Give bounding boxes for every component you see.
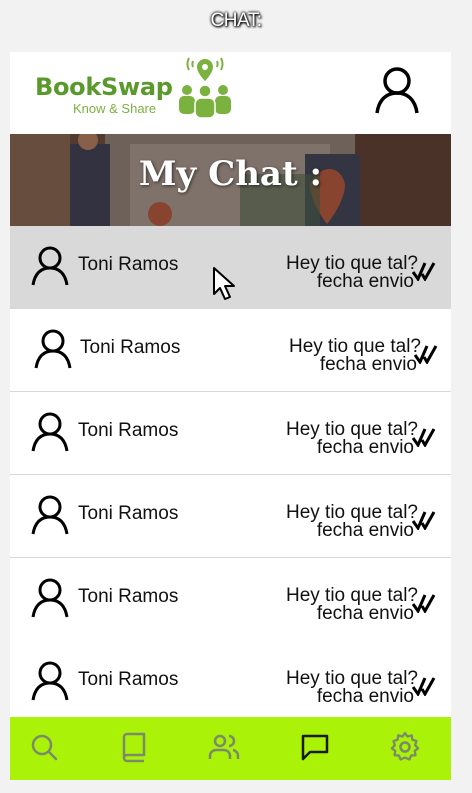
tab-chat[interactable] <box>299 731 331 763</box>
tab-search[interactable] <box>28 731 60 763</box>
user-icon <box>31 246 69 286</box>
chat-list: Toni Ramos Hey tio que tal? fecha envio … <box>10 226 451 718</box>
double-check-icon <box>412 262 436 281</box>
double-check-icon <box>412 594 436 613</box>
user-icon <box>31 578 69 618</box>
chat-sent-date: fecha envio <box>316 271 414 292</box>
chat-contact-name: Toni Ramos <box>78 669 179 690</box>
chat-sent-date: fecha envio <box>316 686 414 707</box>
chat-banner: My Chat : <box>10 134 451 226</box>
banner-title: My Chat : <box>138 154 323 194</box>
chat-contact-name: Toni Ramos <box>78 420 179 441</box>
app-frame: BookSwap Know & Share My Chat: Toni Ram… <box>10 52 451 780</box>
chat-sent-date: fecha envio <box>316 437 414 458</box>
user-icon <box>31 412 69 452</box>
chat-item[interactable]: Toni Ramos Hey tio que tal? fecha envio <box>10 309 451 392</box>
user-icon <box>375 67 419 114</box>
chat-sent-date: fecha envio <box>316 520 414 541</box>
app-header: BookSwap Know & Share <box>10 52 451 134</box>
screen-title: CHAT: <box>210 10 262 31</box>
chat-sent-date: fecha envio <box>316 603 414 624</box>
chat-item[interactable]: Toni Ramos Hey tio que tal? fecha envio <box>10 392 451 475</box>
profile-button[interactable] <box>374 66 420 114</box>
mouse-cursor-icon <box>213 267 235 300</box>
bottom-tab-bar <box>10 717 451 780</box>
chat-contact-name: Toni Ramos <box>78 254 179 275</box>
tab-users[interactable] <box>208 731 240 763</box>
location-people-icon <box>179 57 231 119</box>
chat-item[interactable]: Toni Ramos Hey tio que tal? fecha envio <box>10 475 451 558</box>
brand-logo[interactable]: BookSwap Know & Share <box>35 57 235 123</box>
double-check-icon <box>412 428 436 447</box>
users-icon <box>208 734 240 759</box>
search-icon <box>31 734 58 761</box>
double-check-icon <box>412 677 436 696</box>
chat-item[interactable]: Toni Ramos Hey tio que tal? fecha envio <box>10 638 451 718</box>
chat-contact-name: Toni Ramos <box>80 337 181 358</box>
chat-item[interactable]: Toni Ramos Hey tio que tal? fecha envio <box>10 226 451 309</box>
user-icon <box>31 661 69 701</box>
tab-books[interactable] <box>118 731 150 763</box>
tab-settings[interactable] <box>389 731 421 763</box>
chat-contact-name: Toni Ramos <box>78 503 179 524</box>
book-icon <box>122 732 146 763</box>
double-check-icon <box>412 511 436 530</box>
chat-contact-name: Toni Ramos <box>78 586 179 607</box>
brand-name: BookSwap <box>35 73 173 101</box>
user-icon <box>31 495 69 535</box>
chat-item[interactable]: Toni Ramos Hey tio que tal? fecha envio <box>10 558 451 641</box>
settings-icon <box>390 731 420 761</box>
chat-icon <box>301 734 329 761</box>
chat-sent-date: fecha envio <box>319 354 417 375</box>
brand-tagline: Know & Share <box>73 101 157 116</box>
user-icon <box>34 329 72 369</box>
double-check-icon <box>414 345 438 364</box>
